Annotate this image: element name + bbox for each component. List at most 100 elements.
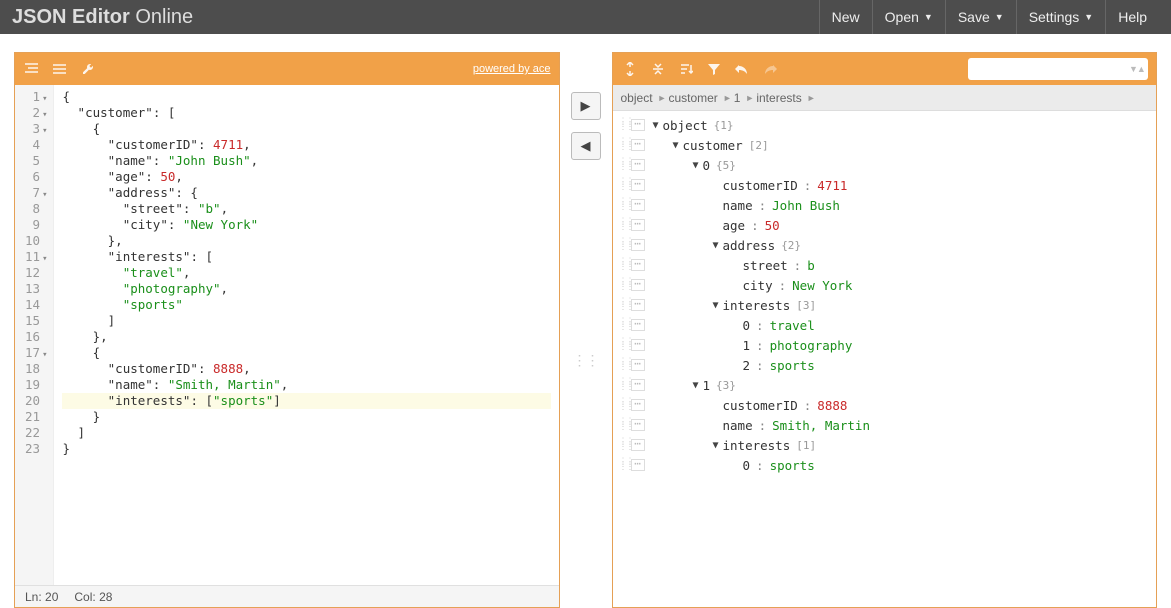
breadcrumb-segment[interactable]: interests bbox=[756, 91, 801, 105]
code-line[interactable]: "age": 50, bbox=[62, 169, 550, 185]
expand-caret-icon[interactable]: ▼ bbox=[669, 140, 683, 151]
expand-caret-icon[interactable]: ▼ bbox=[709, 300, 723, 311]
expand-caret-icon[interactable]: ▼ bbox=[709, 440, 723, 451]
tree-key[interactable]: 1 bbox=[703, 378, 711, 393]
drag-grip-icon[interactable]: ⋮⋮⋮⋮ bbox=[619, 180, 631, 190]
tree-key[interactable]: interests bbox=[723, 438, 791, 453]
tree-row[interactable]: ⋮⋮⋮⋮⋯▼customer[2] bbox=[613, 135, 1157, 155]
code-line[interactable]: { bbox=[62, 89, 550, 105]
code-line[interactable]: "travel", bbox=[62, 265, 550, 281]
menu-new[interactable]: New bbox=[819, 0, 872, 34]
code-line[interactable]: }, bbox=[62, 329, 550, 345]
context-menu-icon[interactable]: ⋯ bbox=[631, 279, 645, 291]
code-line[interactable]: "customerID": 4711, bbox=[62, 137, 550, 153]
tree-key[interactable]: address bbox=[723, 238, 776, 253]
tree-value[interactable]: photography bbox=[770, 338, 853, 353]
context-menu-icon[interactable]: ⋯ bbox=[631, 339, 645, 351]
drag-grip-icon[interactable]: ⋮⋮⋮⋮ bbox=[619, 280, 631, 290]
tree-editor[interactable]: ⋮⋮⋮⋮⋯▼object{1}⋮⋮⋮⋮⋯▼customer[2]⋮⋮⋮⋮⋯▼0{… bbox=[613, 111, 1157, 607]
menu-save[interactable]: Save▼ bbox=[945, 0, 1016, 34]
drag-grip-icon[interactable]: ⋮⋮⋮⋮ bbox=[619, 160, 631, 170]
tree-key[interactable]: object bbox=[663, 118, 708, 133]
tree-key[interactable]: 0 bbox=[743, 458, 751, 473]
search-box[interactable]: ▼▲ bbox=[968, 58, 1148, 80]
tree-key[interactable]: customerID bbox=[723, 178, 798, 193]
expand-caret-icon[interactable]: ▼ bbox=[709, 240, 723, 251]
tree-row[interactable]: ⋮⋮⋮⋮⋯▼interests[1] bbox=[613, 435, 1157, 455]
sort-icon[interactable] bbox=[677, 60, 695, 78]
tree-row[interactable]: ⋮⋮⋮⋮⋯▼1{3} bbox=[613, 375, 1157, 395]
drag-grip-icon[interactable]: ⋮⋮⋮⋮ bbox=[619, 320, 631, 330]
drag-grip-icon[interactable]: ⋮⋮⋮⋮ bbox=[619, 340, 631, 350]
code-line[interactable]: "address": { bbox=[62, 185, 550, 201]
tree-value[interactable]: travel bbox=[770, 318, 815, 333]
tree-row[interactable]: ⋮⋮⋮⋮⋯▼1:photography bbox=[613, 335, 1157, 355]
expand-caret-icon[interactable]: ▼ bbox=[649, 120, 663, 131]
tree-key[interactable]: street bbox=[743, 258, 788, 273]
tree-row[interactable]: ⋮⋮⋮⋮⋯▼customerID:8888 bbox=[613, 395, 1157, 415]
expand-caret-icon[interactable]: ▼ bbox=[689, 380, 703, 391]
code-line[interactable]: } bbox=[62, 441, 550, 457]
tree-row[interactable]: ⋮⋮⋮⋮⋯▼0{5} bbox=[613, 155, 1157, 175]
context-menu-icon[interactable]: ⋯ bbox=[631, 259, 645, 271]
drag-grip-icon[interactable]: ⋮⋮⋮⋮ bbox=[619, 360, 631, 370]
code-line[interactable]: { bbox=[62, 345, 550, 361]
context-menu-icon[interactable]: ⋯ bbox=[631, 159, 645, 171]
tree-key[interactable]: 0 bbox=[703, 158, 711, 173]
context-menu-icon[interactable]: ⋯ bbox=[631, 179, 645, 191]
breadcrumb-segment[interactable]: customer bbox=[668, 91, 717, 105]
expand-caret-icon[interactable]: ▼ bbox=[689, 160, 703, 171]
tree-key[interactable]: 0 bbox=[743, 318, 751, 333]
tree-value[interactable]: Smith, Martin bbox=[772, 418, 870, 433]
tree-key[interactable]: city bbox=[743, 278, 773, 293]
copy-left-button[interactable]: ◀ bbox=[571, 132, 601, 160]
tree-row[interactable]: ⋮⋮⋮⋮⋯▼street:b bbox=[613, 255, 1157, 275]
tree-row[interactable]: ⋮⋮⋮⋮⋯▼name:John Bush bbox=[613, 195, 1157, 215]
context-menu-icon[interactable]: ⋯ bbox=[631, 299, 645, 311]
code-line[interactable]: ] bbox=[62, 425, 550, 441]
tree-key[interactable]: interests bbox=[723, 298, 791, 313]
tree-key[interactable]: 1 bbox=[743, 338, 751, 353]
code-line[interactable]: "name": "Smith, Martin", bbox=[62, 377, 550, 393]
tree-row[interactable]: ⋮⋮⋮⋮⋯▼age:50 bbox=[613, 215, 1157, 235]
code-line[interactable]: "street": "b", bbox=[62, 201, 550, 217]
drag-grip-icon[interactable]: ⋮⋮⋮⋮ bbox=[619, 220, 631, 230]
context-menu-icon[interactable]: ⋯ bbox=[631, 319, 645, 331]
tree-row[interactable]: ⋮⋮⋮⋮⋯▼city:New York bbox=[613, 275, 1157, 295]
code-line[interactable]: ] bbox=[62, 313, 550, 329]
tree-row[interactable]: ⋮⋮⋮⋮⋯▼customerID:4711 bbox=[613, 175, 1157, 195]
context-menu-icon[interactable]: ⋯ bbox=[631, 199, 645, 211]
context-menu-icon[interactable]: ⋯ bbox=[631, 399, 645, 411]
context-menu-icon[interactable]: ⋯ bbox=[631, 219, 645, 231]
tree-key[interactable]: customer bbox=[683, 138, 743, 153]
format-icon[interactable] bbox=[23, 60, 41, 78]
undo-icon[interactable] bbox=[733, 60, 751, 78]
tree-row[interactable]: ⋮⋮⋮⋮⋯▼object{1} bbox=[613, 115, 1157, 135]
tree-key[interactable]: name bbox=[723, 198, 753, 213]
tree-row[interactable]: ⋮⋮⋮⋮⋯▼0:sports bbox=[613, 455, 1157, 475]
context-menu-icon[interactable]: ⋯ bbox=[631, 439, 645, 451]
tree-value[interactable]: sports bbox=[770, 458, 815, 473]
drag-grip-icon[interactable]: ⋮⋮⋮⋮ bbox=[619, 300, 631, 310]
code-line[interactable]: "name": "John Bush", bbox=[62, 153, 550, 169]
tree-value[interactable]: 4711 bbox=[817, 178, 847, 193]
drag-handle-icon[interactable]: ⋮⋮ bbox=[573, 352, 599, 369]
code-line[interactable]: "customerID": 8888, bbox=[62, 361, 550, 377]
tree-value[interactable]: New York bbox=[792, 278, 852, 293]
code-content[interactable]: { "customer": [ { "customerID": 4711, "n… bbox=[54, 85, 558, 585]
breadcrumb-segment[interactable]: 1 bbox=[734, 91, 741, 105]
drag-grip-icon[interactable]: ⋮⋮⋮⋮ bbox=[619, 400, 631, 410]
code-line[interactable]: "interests": [ bbox=[62, 249, 550, 265]
tree-key[interactable]: 2 bbox=[743, 358, 751, 373]
tree-value[interactable]: 8888 bbox=[817, 398, 847, 413]
tree-row[interactable]: ⋮⋮⋮⋮⋯▼0:travel bbox=[613, 315, 1157, 335]
context-menu-icon[interactable]: ⋯ bbox=[631, 239, 645, 251]
context-menu-icon[interactable]: ⋯ bbox=[631, 379, 645, 391]
redo-icon[interactable] bbox=[761, 60, 779, 78]
tree-value[interactable]: sports bbox=[770, 358, 815, 373]
expand-all-icon[interactable] bbox=[621, 60, 639, 78]
menu-help[interactable]: Help bbox=[1105, 0, 1159, 34]
drag-grip-icon[interactable]: ⋮⋮⋮⋮ bbox=[619, 240, 631, 250]
context-menu-icon[interactable]: ⋯ bbox=[631, 139, 645, 151]
search-input[interactable] bbox=[974, 62, 1129, 76]
